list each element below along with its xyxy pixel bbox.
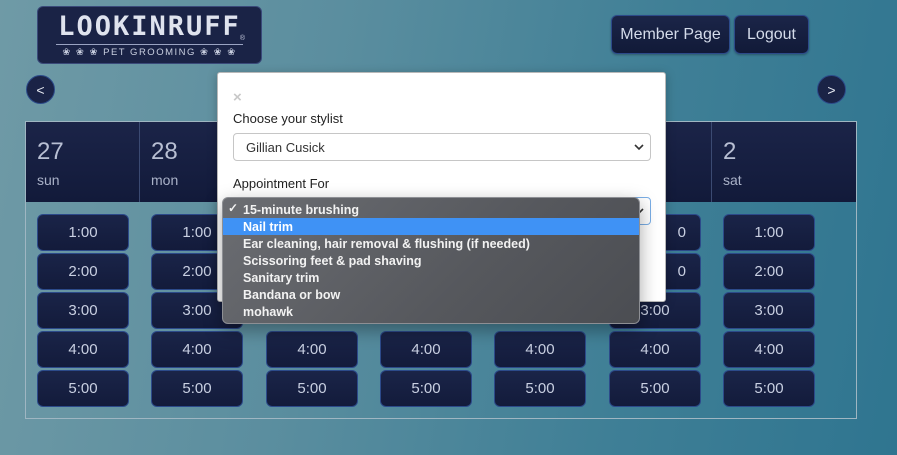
option-label: Scissoring feet & pad shaving: [243, 253, 422, 268]
time-column: 4:00 5:00: [266, 331, 358, 409]
day-number: 27: [37, 138, 64, 165]
option-label: mohawk: [243, 304, 294, 319]
stylist-select-value: Gillian Cusick: [246, 139, 325, 155]
appointment-dropdown-menu: ✓ 15-minute brushing Nail trim Ear clean…: [222, 197, 640, 324]
day-weekday: sat: [723, 172, 742, 188]
option-label: Ear cleaning, hair removal & flushing (i…: [243, 236, 530, 251]
chevron-down-icon: [633, 140, 645, 157]
dropdown-option-mohawk[interactable]: mohawk: [223, 303, 639, 320]
option-label: Sanitary trim: [243, 270, 320, 285]
stylist-label: Choose your stylist: [233, 111, 343, 126]
option-label: Nail trim: [243, 219, 294, 234]
day-header-27: 27 sun: [26, 122, 140, 202]
logo-text: LOOKINRUFF: [58, 11, 241, 42]
appointment-label: Appointment For: [233, 176, 330, 191]
time-slot-button[interactable]: 2:00: [723, 253, 815, 290]
time-slot-button[interactable]: 5:00: [494, 370, 586, 407]
logout-button[interactable]: Logout: [734, 15, 809, 54]
logo: LOOKINRUFF ® ❀ ❀ ❀ PET GROOMING ❀ ❀ ❀: [37, 6, 262, 64]
dropdown-option-scissoring-feet[interactable]: Scissoring feet & pad shaving: [223, 252, 639, 269]
day-number: 2: [723, 138, 737, 165]
time-slot-button[interactable]: 5:00: [37, 370, 129, 407]
logo-subtitle: ❀ ❀ ❀ PET GROOMING ❀ ❀ ❀: [56, 44, 243, 58]
time-column: 4:00 5:00: [494, 331, 586, 409]
time-slot-button[interactable]: 3:00: [37, 292, 129, 329]
dropdown-option-sanitary-trim[interactable]: Sanitary trim: [223, 269, 639, 286]
day-number: 28: [151, 138, 178, 165]
member-page-button[interactable]: Member Page: [611, 15, 730, 54]
time-slot-button[interactable]: 3:00: [723, 292, 815, 329]
time-slot-button[interactable]: 4:00: [151, 331, 243, 368]
option-label: 15-minute brushing: [243, 202, 359, 217]
time-column: 4:00 5:00: [380, 331, 472, 409]
time-slot-button[interactable]: 1:00: [723, 214, 815, 251]
day-header-2: 2 sat: [712, 122, 856, 202]
option-label: Bandana or bow: [243, 287, 341, 302]
time-slot-button[interactable]: 1:00: [37, 214, 129, 251]
dropdown-option-brushing[interactable]: ✓ 15-minute brushing: [223, 201, 639, 218]
time-slot-button[interactable]: 2:00: [37, 253, 129, 290]
checkmark-icon: ✓: [228, 201, 239, 215]
time-slot-button[interactable]: 5:00: [266, 370, 358, 407]
time-slot-button[interactable]: 4:00: [37, 331, 129, 368]
previous-week-button[interactable]: <: [26, 75, 55, 104]
next-week-button[interactable]: >: [817, 75, 846, 104]
time-slot-button[interactable]: 5:00: [723, 370, 815, 407]
dropdown-option-bandana[interactable]: Bandana or bow: [223, 286, 639, 303]
day-header-28: 28 mon: [140, 122, 220, 202]
time-slot-button[interactable]: 4:00: [494, 331, 586, 368]
time-slot-button[interactable]: 5:00: [151, 370, 243, 407]
time-column: 1:00 2:00 3:00 4:00 5:00: [37, 214, 129, 409]
day-weekday: mon: [151, 172, 179, 188]
time-slot-button[interactable]: 5:00: [380, 370, 472, 407]
time-slot-button[interactable]: 4:00: [723, 331, 815, 368]
registered-mark: ®: [239, 35, 245, 42]
stylist-select[interactable]: Gillian Cusick: [233, 133, 651, 161]
dropdown-option-nail-trim[interactable]: Nail trim: [223, 218, 639, 235]
time-slot-button[interactable]: 4:00: [609, 331, 701, 368]
time-column: 1:00 2:00 3:00 4:00 5:00: [723, 214, 815, 409]
day-header-partial: [666, 122, 712, 202]
time-slot-button[interactable]: 4:00: [380, 331, 472, 368]
time-slot-button[interactable]: 4:00: [266, 331, 358, 368]
time-slot-button[interactable]: 5:00: [609, 370, 701, 407]
day-weekday: sun: [37, 172, 60, 188]
close-icon[interactable]: ×: [233, 89, 242, 106]
dropdown-option-ear-cleaning[interactable]: Ear cleaning, hair removal & flushing (i…: [223, 235, 639, 252]
